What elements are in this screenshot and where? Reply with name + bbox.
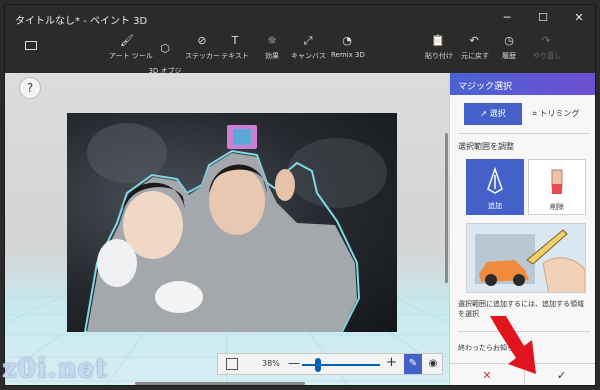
remove-button[interactable]: 削除	[528, 159, 586, 215]
tool-label: ステッカー	[185, 52, 220, 60]
tool-art-tools[interactable]: 🖌 アート ツール	[109, 33, 153, 61]
horizontal-scrollbar[interactable]	[135, 382, 305, 385]
add-pencil-icon	[487, 167, 503, 194]
history-icon: ◷	[504, 34, 514, 47]
title-bar: タイトルなし* - ペイント 3D ─ ☐ ✕	[5, 5, 595, 31]
canvas-icon: ⤢	[303, 34, 313, 47]
cube-icon: ⬡	[160, 42, 170, 55]
eye-icon[interactable]: ◉	[424, 354, 442, 374]
zoom-slider-thumb[interactable]	[314, 358, 321, 372]
tab-trim-label: トリミング	[539, 109, 580, 118]
selected-subjects-image	[83, 123, 387, 332]
brush-icon: 🖌	[120, 34, 134, 47]
add-label: 追加	[488, 202, 502, 210]
red-pointer-arrow	[490, 316, 536, 374]
tool-stickers[interactable]: ⊘ ステッカー	[185, 33, 220, 61]
divider	[458, 133, 590, 134]
add-button[interactable]: 追加	[466, 159, 524, 215]
help-button[interactable]: ?	[19, 77, 41, 99]
sticker-icon: ⊘	[197, 34, 207, 47]
vertical-scrollbar[interactable]	[445, 133, 448, 283]
eraser-icon	[551, 169, 563, 194]
tutorial-illustration	[466, 223, 586, 293]
undo-button[interactable]: ↶ 元に戻す	[461, 33, 489, 61]
tool-canvas[interactable]: ⤢ キャンバス	[291, 33, 326, 61]
tool-label: キャンバス	[291, 52, 326, 60]
tool-label: 元に戻す	[461, 52, 489, 60]
zoom-percent: 38%	[262, 359, 280, 368]
window-title: タイトルなし* - ペイント 3D	[15, 16, 148, 27]
tool-label: テキスト	[221, 52, 249, 60]
tab-select-label: 選択	[489, 109, 506, 118]
tool-label: 貼り付け	[425, 52, 453, 60]
canvas-area[interactable]: ? 38% — + ✎ ◉	[5, 73, 449, 385]
redo-icon: ↷	[541, 34, 551, 47]
tool-label: Remix 3D	[331, 51, 365, 59]
tool-remix-3d[interactable]: ◔ Remix 3D	[331, 33, 365, 59]
zoom-out-button[interactable]: —	[288, 356, 300, 370]
close-button[interactable]: ✕	[561, 5, 595, 31]
tab-select[interactable]: ➚ 選択	[464, 103, 522, 125]
crop-icon: ⌗	[532, 109, 540, 118]
zoom-bar: 38% — + ✎ ◉	[217, 353, 443, 375]
tool-text[interactable]: T テキスト	[221, 33, 249, 61]
maximize-button[interactable]: ☐	[525, 5, 561, 31]
tool-label: 履歴	[502, 52, 516, 60]
undo-icon: ↶	[469, 34, 479, 47]
menu-icon[interactable]	[25, 41, 37, 50]
zoom-slider-track[interactable]	[302, 364, 380, 366]
panel-title: マジック選択	[450, 73, 595, 95]
remix-icon: ◔	[342, 34, 352, 47]
toolbar: 🖌 アート ツール ⬡ 3D オブジェク ト ⊘ ステッカー T テキスト ☼ …	[5, 31, 595, 91]
minimize-button[interactable]: ─	[489, 5, 525, 31]
tool-label: 効果	[265, 52, 279, 60]
paste-icon: 📋	[431, 34, 445, 47]
paste-button[interactable]: 📋 貼り付け	[425, 33, 453, 61]
tab-trim[interactable]: ⌗ トリミング	[526, 103, 586, 125]
site-watermark: z0i.net	[2, 354, 109, 384]
remove-label: 削除	[550, 203, 564, 211]
tool-label: やり直し	[533, 52, 561, 60]
sun-icon: ☼	[267, 34, 277, 47]
fit-to-screen-icon[interactable]	[226, 358, 238, 370]
cursor-icon: ➚	[480, 109, 490, 118]
photo-canvas[interactable]	[67, 113, 397, 332]
pen-icon[interactable]: ✎	[404, 354, 422, 374]
tool-effects[interactable]: ☼ 効果	[261, 33, 283, 61]
redo-button[interactable]: ↷ やり直し	[533, 33, 561, 61]
zoom-in-button[interactable]: +	[386, 355, 397, 370]
history-button[interactable]: ◷ 履歴	[501, 33, 517, 61]
text-icon: T	[231, 34, 239, 47]
adjust-label: 選択範囲を調整	[458, 142, 514, 151]
